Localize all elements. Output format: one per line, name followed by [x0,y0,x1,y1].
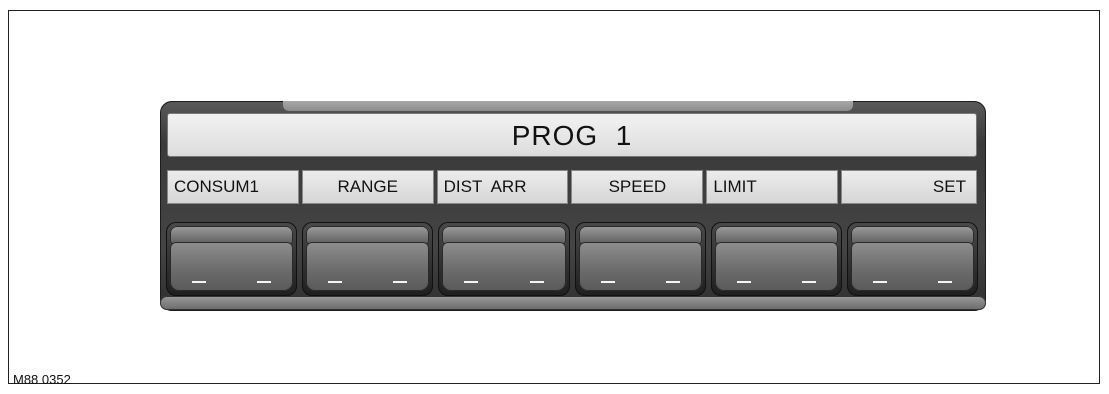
dash-marking-icon [257,281,272,283]
dash-marking-icon [464,281,479,283]
figure-reference-id: M88 0352 [13,372,71,387]
button-face [850,242,975,291]
label-speed: SPEED [571,170,704,204]
dash-marking-icon [529,281,544,283]
housing-top-lip [283,101,853,111]
set-button[interactable] [846,222,979,296]
dash-marking-icon [328,281,343,283]
dash-marking-icon [801,281,816,283]
label-set: SET [841,170,977,204]
speed-button[interactable] [574,222,706,296]
function-label-strip: CONSUM1 RANGE DIST ARR SPEED LIMIT SET [167,170,977,204]
label-range: RANGE [301,170,434,204]
display-readout: PROG 1 [167,113,977,157]
button-face [442,242,566,291]
button-face [578,242,702,291]
button-face [306,242,430,291]
label-dist-arr: DIST ARR [436,170,569,204]
dash-marking-icon [393,281,408,283]
label-limit: LIMIT [706,170,839,204]
range-button[interactable] [302,222,434,296]
dash-marking-icon [665,281,680,283]
function-button-row [166,222,979,296]
consum1-button[interactable] [166,222,298,296]
dash-marking-icon [192,281,206,283]
button-face [714,242,838,291]
button-face [170,242,294,291]
dash-marking-icon [872,281,887,283]
housing-bottom-rail [160,296,986,310]
limit-button[interactable] [710,222,842,296]
dash-marking-icon [736,281,751,283]
dash-marking-icon [938,281,953,283]
label-consum1: CONSUM1 [167,170,299,204]
dist-arr-button[interactable] [438,222,570,296]
dash-marking-icon [600,281,615,283]
